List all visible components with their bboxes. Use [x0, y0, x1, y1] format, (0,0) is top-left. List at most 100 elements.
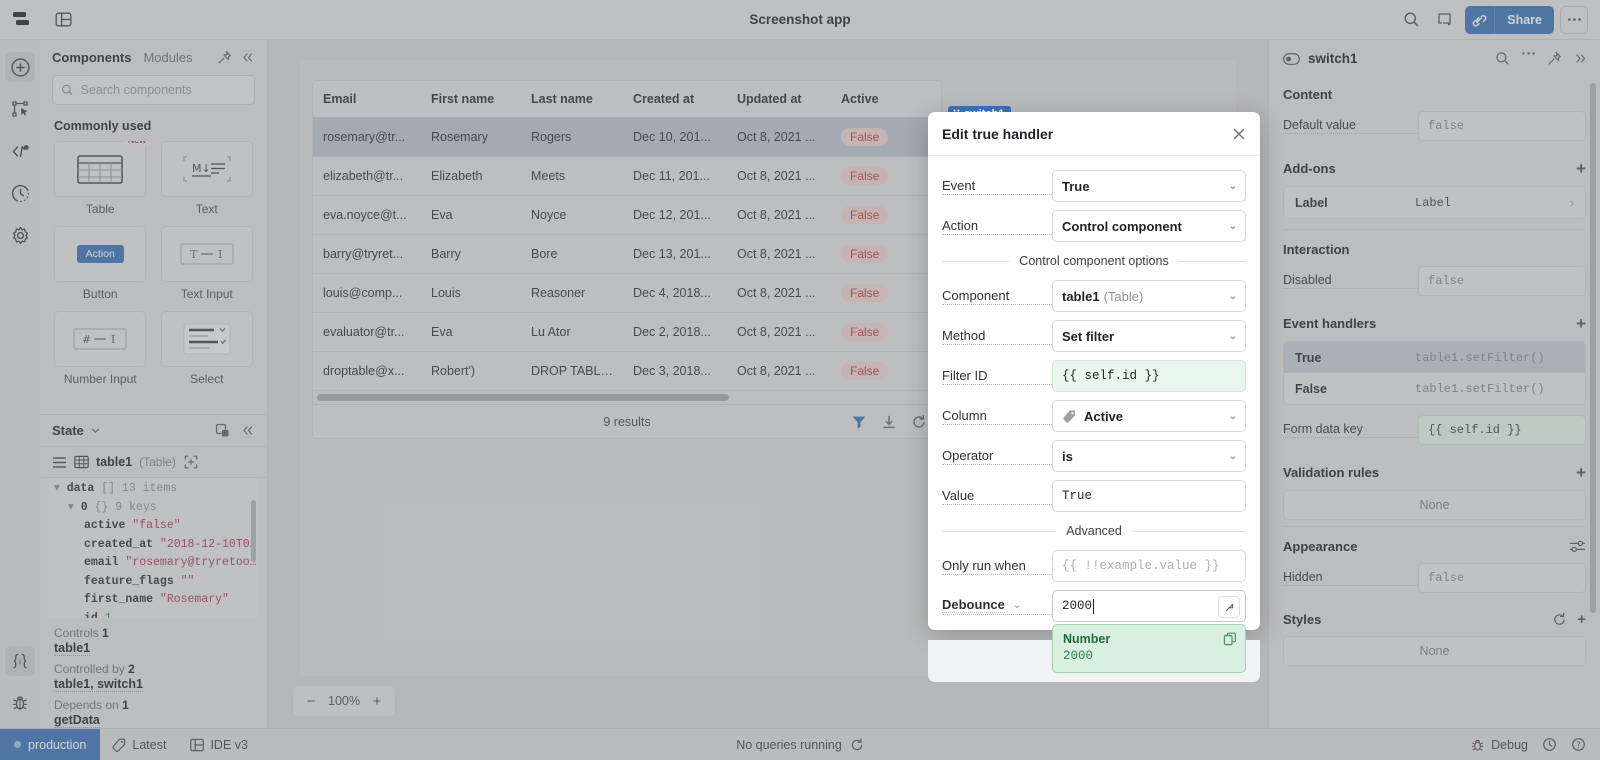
meta-value[interactable]: table1: [54, 641, 91, 656]
tree-row[interactable]: feature_flags "": [84, 573, 259, 592]
disabled-input[interactable]: false: [1418, 266, 1586, 296]
copy-icon[interactable]: [1223, 632, 1237, 646]
hidden-input[interactable]: false: [1418, 563, 1586, 593]
menu-icon[interactable]: [52, 456, 67, 469]
component-select[interactable]: table1 (Table) ⌄: [1052, 280, 1246, 312]
tree-row[interactable]: ▾ 0 {} 9 keys: [68, 499, 259, 518]
revert-icon[interactable]: [1218, 596, 1240, 618]
expand-panel-icon[interactable]: [215, 423, 230, 438]
add-state-icon[interactable]: [183, 454, 199, 470]
column-header[interactable]: Last name: [521, 81, 623, 118]
search-input[interactable]: [80, 83, 246, 97]
table-row[interactable]: rosemary@tr... Rosemary Rogers Dec 10, 2…: [313, 117, 941, 157]
zoom-out-button[interactable]: −: [301, 694, 321, 709]
column-header[interactable]: Active: [831, 81, 941, 118]
value-input[interactable]: True: [1052, 480, 1246, 512]
help-icon[interactable]: ?: [1571, 737, 1586, 752]
table-row[interactable]: louis@comp... Louis Reasoner Dec 4, 2018…: [313, 273, 941, 313]
search-icon[interactable]: [1397, 6, 1425, 34]
appearance-settings-icon[interactable]: [1569, 539, 1586, 554]
tree-row[interactable]: first_name "Rosemary": [84, 591, 259, 610]
meta-value[interactable]: getData: [54, 713, 100, 728]
table-widget[interactable]: Email First name Last name Created at Up…: [312, 80, 942, 439]
pin-icon[interactable]: [1547, 51, 1562, 66]
bug-icon[interactable]: [5, 688, 35, 718]
search-components-box[interactable]: [52, 75, 255, 105]
component-button[interactable]: Action Button: [52, 226, 149, 301]
code-icon[interactable]: [5, 136, 35, 166]
component-text-input[interactable]: TI Text Input: [159, 226, 256, 301]
column-select[interactable]: Active ⌄: [1052, 400, 1246, 432]
collapse-icon[interactable]: [240, 50, 255, 65]
share-button[interactable]: Share: [1495, 5, 1554, 34]
history-clock-icon[interactable]: [5, 178, 35, 208]
tab-components[interactable]: Components: [52, 50, 131, 65]
validation-rules-empty[interactable]: None: [1283, 490, 1586, 520]
debug-button[interactable]: Debug: [1470, 738, 1528, 752]
version-selector[interactable]: Latest: [100, 738, 178, 752]
form-data-key-input[interactable]: {{ self.id }}: [1418, 415, 1586, 445]
reset-styles-icon[interactable]: [1552, 612, 1567, 627]
column-header[interactable]: Created at: [623, 81, 727, 118]
debounce-label-group[interactable]: Debounce ⌄: [942, 597, 1052, 615]
event-handler-row-false[interactable]: False table1.setFilter(): [1284, 373, 1585, 404]
debounce-input[interactable]: 2000: [1052, 590, 1246, 622]
column-header[interactable]: First name: [421, 81, 521, 118]
inspector-scrollbar[interactable]: [1590, 83, 1596, 613]
more-icon[interactable]: [1560, 5, 1588, 34]
chevron-down-icon[interactable]: [90, 425, 101, 436]
add-addon-button[interactable]: +: [1576, 160, 1586, 177]
collapse-icon[interactable]: [1573, 51, 1588, 66]
method-select[interactable]: Set filter ⌄: [1052, 320, 1246, 352]
environment-selector[interactable]: production: [0, 728, 101, 760]
meta-value[interactable]: table1, switch1: [54, 677, 143, 692]
select-node-icon[interactable]: [5, 94, 35, 124]
addon-row-label[interactable]: Label Label ›: [1284, 187, 1585, 218]
only-run-when-input[interactable]: {{ !!example.value }}: [1052, 550, 1246, 582]
column-header[interactable]: Email: [313, 81, 421, 118]
search-icon[interactable]: [1495, 51, 1510, 66]
filter-icon[interactable]: [851, 414, 867, 430]
styles-empty[interactable]: None: [1283, 636, 1586, 666]
component-number-input[interactable]: # I Number Input: [52, 311, 149, 386]
refresh-icon[interactable]: [911, 414, 927, 430]
component-select[interactable]: Select: [159, 311, 256, 386]
state-tree[interactable]: ▾ data [] 13 items ▾ 0 {} 9 keys active …: [48, 478, 259, 618]
tree-row[interactable]: ▾ data [] 13 items: [54, 480, 259, 499]
add-event-handler-button[interactable]: +: [1576, 315, 1586, 332]
deploy-icon[interactable]: [1431, 6, 1459, 34]
link-icon[interactable]: [1465, 5, 1496, 34]
inspector-scroll-area[interactable]: Content Default value false Add-ons + La…: [1269, 77, 1600, 728]
table-row[interactable]: eva.noyce@t... Eva Noyce Dec 12, 201... …: [313, 195, 941, 235]
tree-row[interactable]: email "rosemary@tryretoo…: [84, 554, 259, 573]
pin-icon[interactable]: [217, 50, 232, 65]
tree-row[interactable]: id 1: [84, 610, 259, 619]
gear-icon[interactable]: [5, 220, 35, 250]
table-row[interactable]: elizabeth@tr... Elizabeth Meets Dec 11, …: [313, 156, 941, 196]
toggle-layout-button[interactable]: [44, 6, 82, 34]
plus-circle-icon[interactable]: [5, 52, 35, 82]
tab-modules[interactable]: Modules: [143, 50, 192, 65]
table-row[interactable]: evaluator@tr... Eva Lu Ator Dec 2, 2018.…: [313, 312, 941, 352]
state-entity-row[interactable]: table1 (Table): [40, 446, 267, 478]
download-icon[interactable]: [881, 414, 897, 430]
tree-row[interactable]: active "false": [84, 517, 259, 536]
chevron-down-icon[interactable]: ⌄: [1013, 600, 1021, 611]
column-header[interactable]: Updated at: [727, 81, 831, 118]
ide-version-selector[interactable]: IDE v3: [178, 738, 260, 752]
filter-id-input[interactable]: {{ self.id }}: [1052, 360, 1246, 392]
tree-row[interactable]: created_at "2018-12-10T0…: [84, 536, 259, 555]
add-style-button[interactable]: +: [1577, 612, 1586, 627]
event-handler-row-true[interactable]: True table1.setFilter(): [1284, 342, 1585, 373]
zoom-in-button[interactable]: +: [367, 694, 387, 709]
state-tree-scrollbar[interactable]: [251, 500, 256, 562]
component-table[interactable]: New Table: [52, 141, 152, 216]
default-value-input[interactable]: false: [1418, 111, 1586, 141]
collapse-icon[interactable]: [240, 423, 255, 438]
braces-icon[interactable]: i: [5, 646, 35, 676]
history-icon[interactable]: [1542, 737, 1557, 752]
add-validation-rule-button[interactable]: +: [1576, 464, 1586, 481]
table-horizontal-scrollbar[interactable]: [317, 394, 729, 401]
component-text[interactable]: M↓ Text: [159, 141, 256, 216]
event-select[interactable]: True ⌄: [1052, 170, 1246, 202]
